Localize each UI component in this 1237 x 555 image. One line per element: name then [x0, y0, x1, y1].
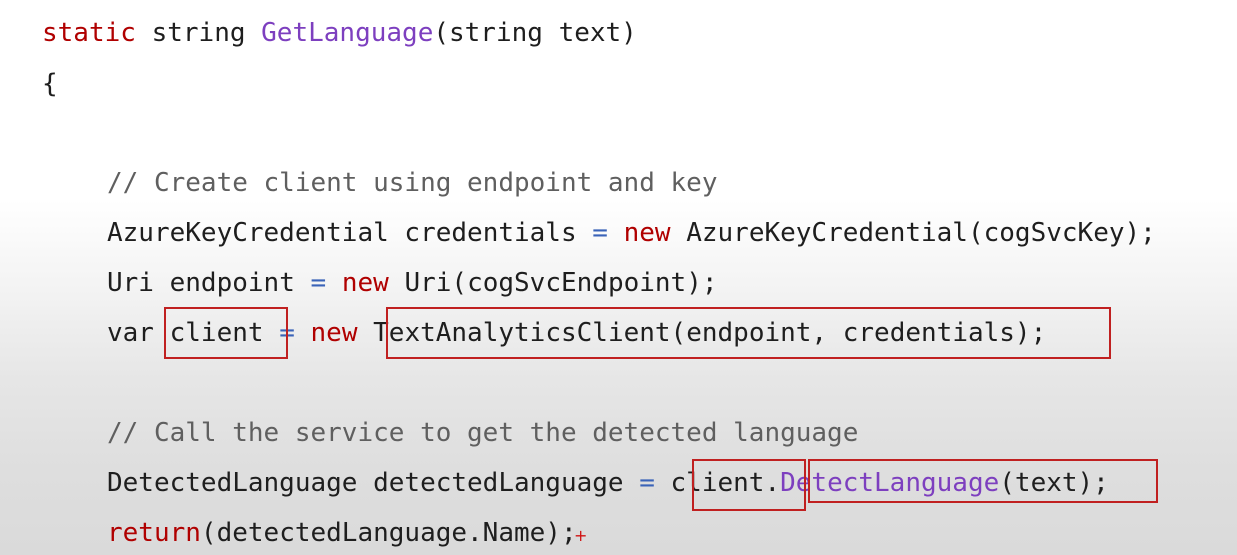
brace-text: { — [42, 69, 58, 99]
keyword-static: static — [42, 18, 136, 48]
variable-name: endpoint — [169, 268, 295, 298]
method-name: GetLanguage — [261, 18, 434, 48]
code-snippet: static string GetLanguage(string text) {… — [0, 0, 1237, 555]
keyword-var: var — [107, 318, 154, 348]
variable-name: credentials — [404, 218, 577, 248]
keyword-new: new — [623, 218, 671, 248]
comment-create-client: // Create client using endpoint and key — [107, 165, 717, 201]
keyword-new: new — [341, 268, 389, 298]
credentials-line: AzureKeyCredential credentials = new Azu… — [107, 215, 1156, 251]
highlight-box-client-object — [692, 459, 806, 511]
highlight-box-client-variable — [164, 307, 288, 359]
comment-call-service: // Call the service to get the detected … — [107, 415, 858, 451]
type-name: DetectedLanguage — [107, 468, 358, 498]
return-type: string — [151, 18, 246, 48]
constructor-call: AzureKeyCredential(cogSvcKey); — [686, 218, 1156, 248]
return-line: return(detectedLanguage.Name); — [107, 515, 577, 551]
endpoint-line: Uri endpoint = new Uri(cogSvcEndpoint); — [107, 265, 718, 301]
constructor-call: Uri(cogSvcEndpoint); — [404, 268, 718, 298]
keyword-return: return — [107, 518, 201, 548]
type-name: Uri — [107, 268, 154, 298]
assign-operator: = — [310, 268, 327, 298]
variable-name: detectedLanguage — [373, 468, 624, 498]
comment-text: // Create client using endpoint and key — [107, 168, 718, 198]
highlight-box-client-constructor — [386, 307, 1111, 359]
highlight-box-detect-language-call — [808, 459, 1158, 503]
comment-text: // Call the service to get the detected … — [107, 418, 859, 448]
keyword-new: new — [310, 318, 358, 348]
opening-brace: { — [42, 66, 58, 102]
edit-mark-icon: + — [574, 526, 588, 545]
assign-operator: = — [639, 468, 655, 498]
method-params: (string text) — [433, 18, 637, 48]
method-signature: static string GetLanguage(string text) — [42, 15, 637, 51]
assign-operator: = — [592, 218, 608, 248]
return-expression: (detectedLanguage.Name) — [200, 518, 561, 548]
type-name: AzureKeyCredential — [107, 218, 389, 248]
